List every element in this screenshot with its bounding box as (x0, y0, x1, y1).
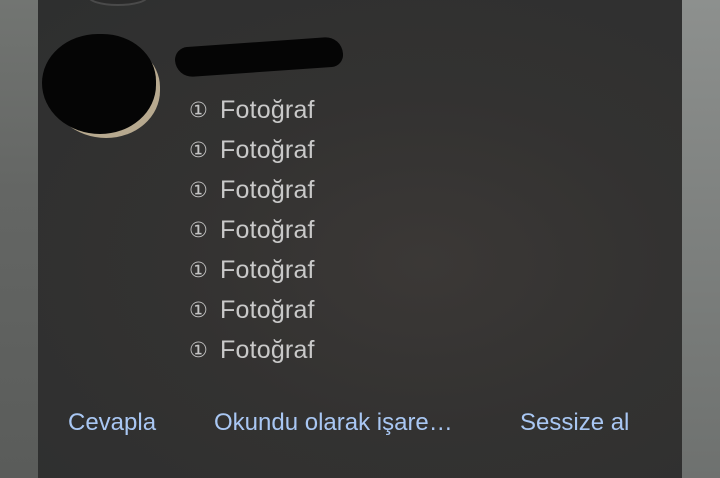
message-text: Fotoğraf (220, 135, 315, 164)
photo-count-icon: ① (189, 218, 209, 242)
photo-count-icon: ① (189, 338, 209, 362)
message-text: Fotoğraf (220, 95, 315, 124)
sender-avatar (42, 34, 156, 134)
message-item: ① Fotoğraf (189, 290, 315, 330)
message-item: ① Fotoğraf (189, 250, 315, 290)
message-item: ① Fotoğraf (189, 170, 315, 210)
message-text: Fotoğraf (220, 335, 315, 364)
photo-count-icon: ① (189, 138, 209, 162)
sender-name-redacted (174, 36, 344, 78)
notification-actions: Cevapla Okundu olarak işare… Sessize al (38, 405, 682, 445)
message-text: Fotoğraf (220, 175, 315, 204)
previous-avatar-edge (88, 0, 148, 4)
photo-count-icon: ① (189, 98, 209, 122)
message-text: Fotoğraf (220, 295, 315, 324)
message-item: ① Fotoğraf (189, 130, 315, 170)
mute-button[interactable]: Sessize al (520, 405, 629, 441)
notification-card[interactable]: ① Fotoğraf ① Fotoğraf ① Fotoğraf ① Fotoğ… (38, 0, 682, 478)
background-left (0, 0, 38, 478)
photo-count-icon: ① (189, 178, 209, 202)
message-text: Fotoğraf (220, 255, 315, 284)
mark-as-read-button[interactable]: Okundu olarak işare… (214, 405, 453, 441)
message-item: ① Fotoğraf (189, 90, 315, 130)
background-right (682, 0, 720, 478)
message-item: ① Fotoğraf (189, 330, 315, 370)
message-item: ① Fotoğraf (189, 210, 315, 250)
reply-button[interactable]: Cevapla (68, 405, 156, 441)
photo-count-icon: ① (189, 258, 209, 282)
photo-count-icon: ① (189, 298, 209, 322)
message-list: ① Fotoğraf ① Fotoğraf ① Fotoğraf ① Fotoğ… (189, 90, 315, 370)
message-text: Fotoğraf (220, 215, 315, 244)
